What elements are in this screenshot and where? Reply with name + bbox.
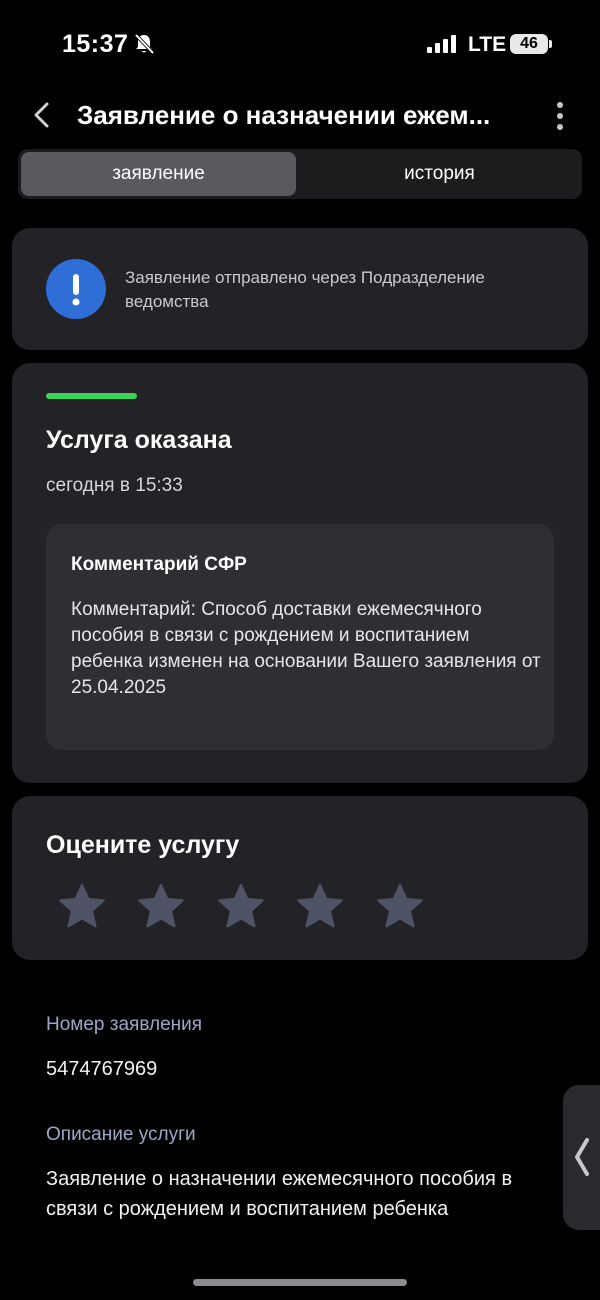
side-panel-handle[interactable]: [563, 1085, 600, 1230]
application-number-value: 5474767969: [46, 1058, 158, 1080]
tab-application[interactable]: заявление: [21, 152, 296, 196]
battery-icon: 46: [510, 34, 548, 54]
status-card: Услуга оказана сегодня в 15:33 Комментар…: [12, 363, 588, 783]
info-card: Заявление отправлено через Подразделение…: [12, 228, 588, 350]
status-bar: 15:37 LTE 46: [0, 0, 600, 90]
network-type: LTE: [468, 33, 507, 56]
service-description-label: Описание услуги: [46, 1124, 196, 1145]
chevron-left-icon: [573, 1137, 591, 1182]
star-3-icon[interactable]: [215, 881, 267, 933]
app-header: Заявление о назначении ежем...: [0, 90, 600, 146]
application-number-label: Номер заявления: [46, 1014, 203, 1035]
page-title: Заявление о назначении ежем...: [77, 100, 491, 130]
chevron-left-icon[interactable]: [28, 100, 58, 130]
status-accent-bar: [46, 393, 137, 399]
more-vertical-icon[interactable]: [548, 100, 572, 132]
exclamation-icon: [46, 259, 106, 319]
rating-title: Оцените услугу: [46, 831, 240, 859]
star-1-icon[interactable]: [56, 881, 108, 933]
segmented-tabs: заявление история: [18, 149, 582, 199]
comment-text: Комментарий: Способ доставки ежемесячног…: [71, 599, 541, 698]
service-description-value: Заявление о назначении ежемесячного посо…: [46, 1168, 513, 1220]
info-message: Заявление отправлено через Подразделение…: [125, 268, 485, 311]
comment-title: Комментарий СФР: [71, 554, 247, 575]
status-title: Услуга оказана: [46, 426, 232, 454]
star-4-icon[interactable]: [294, 881, 346, 933]
signal-icon: [427, 35, 457, 58]
tab-history[interactable]: история: [300, 152, 579, 196]
rating-card: Оцените услугу: [12, 796, 588, 960]
comment-box: Комментарий СФР Комментарий: Способ дост…: [46, 524, 554, 750]
home-indicator[interactable]: [193, 1279, 407, 1286]
star-2-icon[interactable]: [135, 881, 187, 933]
bell-slash-icon: [133, 33, 155, 60]
status-date: сегодня в 15:33: [46, 475, 183, 496]
star-5-icon[interactable]: [374, 881, 426, 933]
status-time: 15:37: [62, 30, 129, 58]
battery-cap: [549, 40, 552, 48]
